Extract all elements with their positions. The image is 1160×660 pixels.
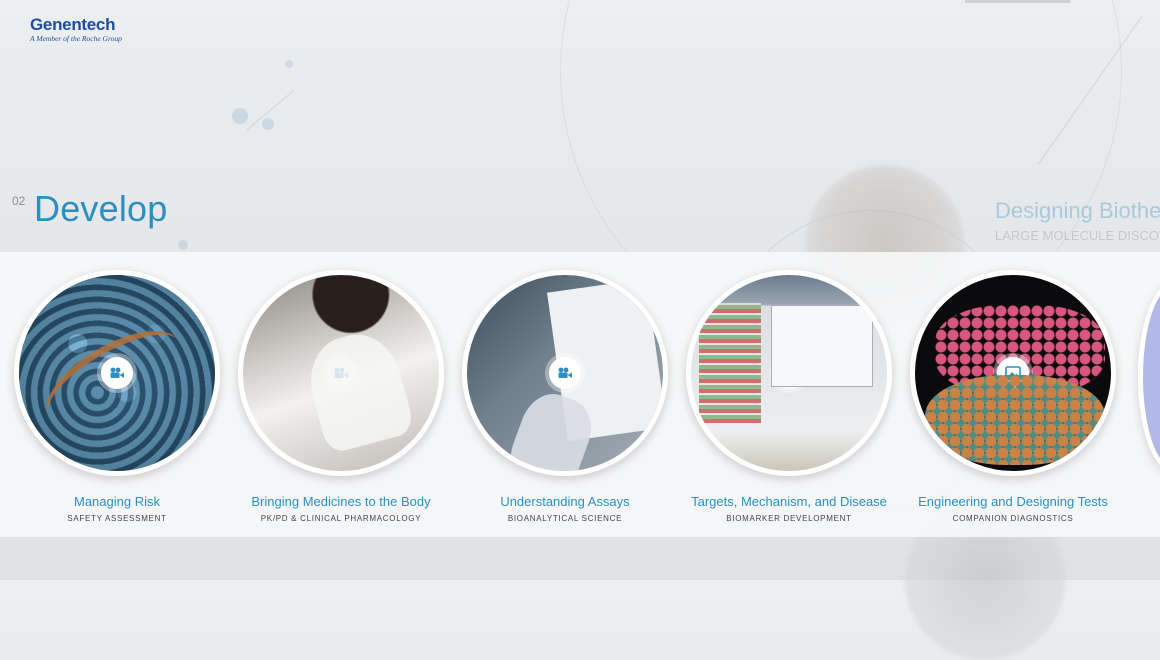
top-nav-stub — [965, 0, 1070, 3]
card-understanding-assays[interactable]: Understanding Assays BIOANALYTICAL SCIEN… — [455, 270, 675, 523]
video-camera-icon[interactable] — [773, 357, 805, 389]
card-subtitle: PK/PD & CLINICAL PHARMACOLOGY — [260, 514, 422, 523]
card-thumbnail[interactable] — [686, 270, 892, 476]
video-camera-icon[interactable] — [325, 357, 357, 389]
card-subtitle: BIOMARKER DEVELOPMENT — [726, 514, 852, 523]
card-title[interactable]: Understanding Assays — [455, 494, 675, 510]
background-molecule-dot — [232, 108, 248, 124]
video-camera-icon[interactable] — [101, 357, 133, 389]
card-title[interactable]: Bringing Medicines to the Body — [231, 494, 451, 510]
logo-tagline: A Member of the Roche Group — [30, 34, 122, 43]
section-number: 02 — [12, 194, 26, 208]
section-title: Develop — [34, 188, 168, 229]
background-molecule-dot — [262, 118, 274, 130]
card-engineering-tests[interactable]: Engineering and Designing Tests COMPANIO… — [903, 270, 1123, 523]
card-thumbnail[interactable] — [910, 270, 1116, 476]
logo-wordmark: Genentech — [30, 15, 116, 34]
card-subtitle: BIOANALYTICAL SCIENCE — [507, 514, 623, 523]
background-molecule-dot — [178, 240, 188, 250]
card-managing-risk[interactable]: Managing Risk SAFETY ASSESSMENT — [7, 270, 227, 523]
card-thumbnail[interactable] — [238, 270, 444, 476]
background-ghost-subtitle: LARGE MOLECULE DISCOVERY — [995, 228, 1160, 243]
card-title[interactable]: Managing Risk — [7, 494, 227, 510]
card-bringing-medicines[interactable]: Bringing Medicines to the Body PK/PD & C… — [231, 270, 451, 523]
card-title[interactable]: Engineering and Designing Tests — [903, 494, 1123, 510]
card-title[interactable]: Targets, Mechanism, and Disease — [679, 494, 899, 510]
card-targets-mechanism[interactable]: Targets, Mechanism, and Disease BIOMARKE… — [679, 270, 899, 523]
video-camera-icon[interactable] — [549, 357, 581, 389]
genentech-logo[interactable]: Genentech A Member of the Roche Group — [30, 16, 122, 44]
card-subtitle: SAFETY ASSESSMENT — [67, 514, 167, 523]
image-gallery-icon[interactable] — [997, 357, 1029, 389]
card-thumbnail[interactable] — [14, 270, 220, 476]
background-molecule-dot — [285, 60, 293, 68]
card-subtitle: COMPANION DIAGNOSTICS — [952, 514, 1074, 523]
card-thumbnail[interactable] — [462, 270, 668, 476]
background-ghost-title: Designing Biotherapeutics — [995, 198, 1160, 223]
